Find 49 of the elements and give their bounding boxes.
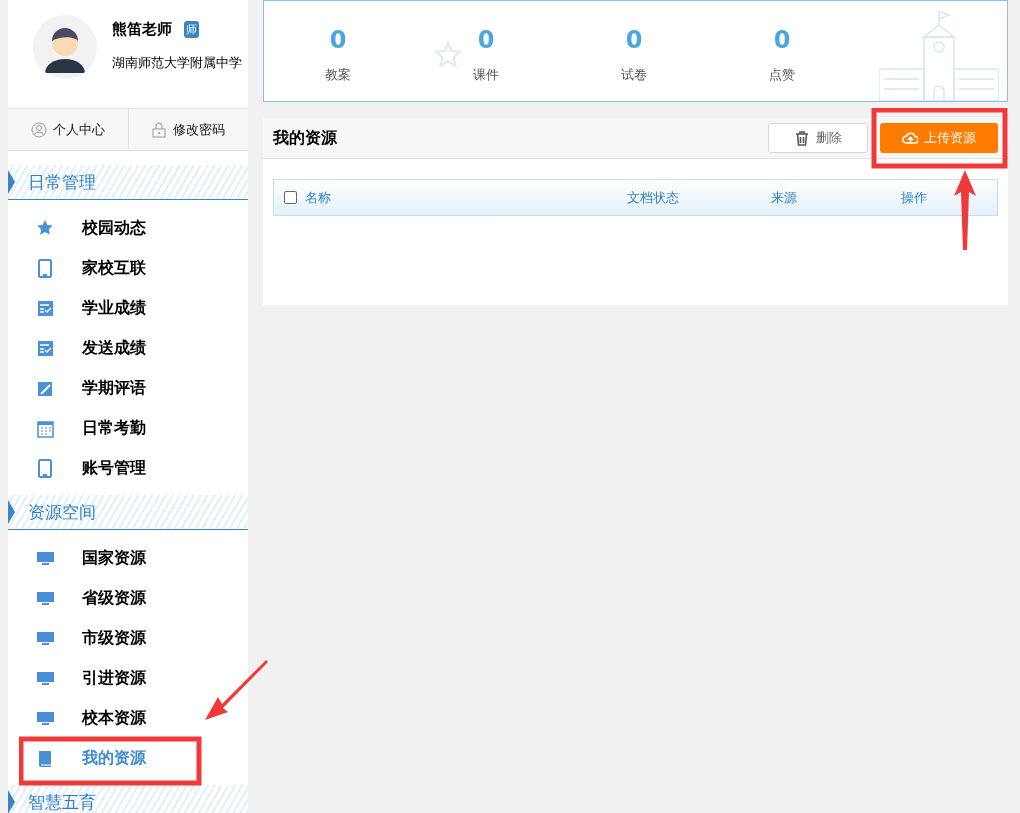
calendar-icon (36, 418, 55, 438)
tablet-icon (36, 258, 55, 278)
section-title: 智慧五育 (28, 790, 96, 813)
lock-icon (151, 121, 168, 138)
delete-button[interactable]: 删除 (768, 123, 868, 153)
sidebar-item[interactable]: 账号管理 (8, 448, 248, 488)
column-header: 名称 (305, 188, 331, 207)
stat-value: 0 (329, 26, 347, 54)
sidebar-item[interactable]: 校园动态 (8, 208, 248, 248)
section-header[interactable]: 智慧五育 (8, 785, 248, 813)
trash-icon (794, 130, 810, 146)
section-header[interactable]: 日常管理 (8, 165, 248, 200)
sidebar-item[interactable]: 学期评语 (8, 368, 248, 408)
sidebar-item[interactable]: 我的资源 (8, 738, 248, 778)
cloud-upload-icon (902, 130, 918, 146)
sidebar-item[interactable]: 日常考勤 (8, 408, 248, 448)
sidebar-item[interactable]: 学业成绩 (8, 288, 248, 328)
teacher-name: 熊笛老师 (112, 20, 172, 39)
sidebar-item[interactable]: 市级资源 (8, 618, 248, 658)
section-header[interactable]: 资源空间 (8, 495, 248, 530)
sidebar-item[interactable]: 家校互联 (8, 248, 248, 288)
password-link[interactable]: 修改密码 (127, 109, 248, 150)
score-icon (36, 298, 55, 318)
stat-label: 试卷 (621, 66, 647, 84)
user-icon (30, 121, 47, 138)
sidebar-item[interactable]: 省级资源 (8, 578, 248, 618)
sidebar-item[interactable]: 引进资源 (8, 658, 248, 698)
stat-label: 教案 (325, 66, 351, 84)
stat-label: 课件 (473, 66, 499, 84)
score-icon (36, 338, 55, 358)
stat-value: 0 (477, 26, 495, 54)
panel-title: 我的资源 (273, 127, 338, 149)
stat-label: 点赞 (769, 66, 795, 84)
profile-link[interactable]: 个人中心 (8, 109, 128, 150)
column-header: 操作 (901, 188, 928, 207)
column-header: 来源 (771, 188, 798, 207)
sidebar-item[interactable]: 国家资源 (8, 538, 248, 578)
sidebar-item[interactable]: 校本资源 (8, 698, 248, 738)
star-outline-icon (434, 41, 462, 69)
tablet-icon (36, 458, 55, 478)
stat-value: 0 (625, 26, 643, 54)
section-title: 资源空间 (28, 500, 96, 524)
role-badge: 师 (184, 21, 199, 38)
sidebar-item[interactable]: 发送成绩 (8, 328, 248, 368)
school-name: 湖南师范大学附属中学 (112, 54, 242, 72)
section-title: 日常管理 (28, 170, 96, 194)
select-all-checkbox[interactable] (284, 191, 297, 204)
column-header: 文档状态 (627, 188, 680, 207)
stat-value: 0 (773, 26, 791, 54)
